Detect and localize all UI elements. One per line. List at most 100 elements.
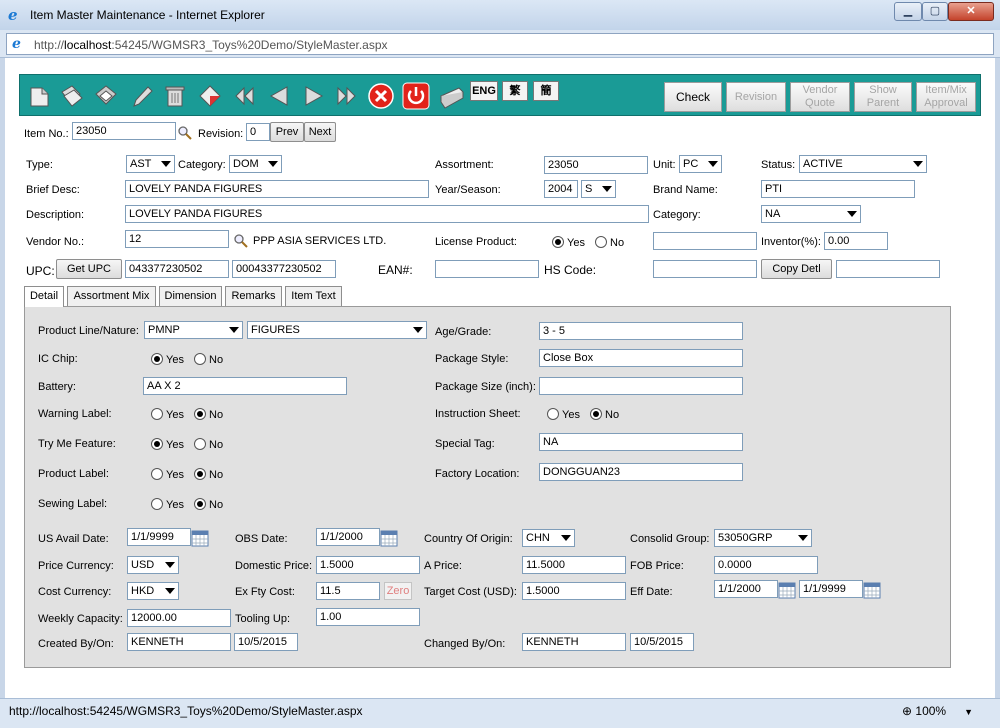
print-icon[interactable] (437, 82, 465, 110)
tab-dimension[interactable]: Dimension (159, 286, 222, 306)
obs-date-input[interactable]: 1/1/2000 (316, 528, 380, 546)
eff-to-input[interactable]: 1/1/9999 (799, 580, 863, 598)
vendor-no-input[interactable]: 12 (125, 230, 229, 248)
last-record-icon[interactable] (335, 84, 359, 108)
year-input[interactable]: 2004 (544, 180, 578, 198)
assortment-input[interactable]: 23050 (544, 156, 648, 174)
previous-record-icon[interactable] (267, 84, 291, 108)
try-me-yes-radio[interactable] (151, 438, 163, 450)
domestic-price-input[interactable]: 1.5000 (316, 556, 420, 574)
price-currency-select[interactable]: USD (127, 556, 179, 574)
nature-select[interactable]: FIGURES (247, 321, 427, 339)
upc1-input[interactable]: 043377230502 (125, 260, 229, 278)
maximize-button[interactable]: ▢ (922, 2, 948, 21)
prev-button[interactable]: Prev (270, 122, 304, 142)
vendor-quote-button[interactable]: Vendor Quote (790, 82, 850, 112)
created-on-input[interactable]: 10/5/2015 (234, 633, 298, 651)
product-line-select[interactable]: PMNP (144, 321, 243, 339)
inventor-input[interactable]: 0.00 (824, 232, 888, 250)
exit-icon[interactable] (402, 82, 430, 110)
tooling-up-input[interactable]: 1.00 (316, 608, 420, 626)
category2-select[interactable]: NA (761, 205, 861, 223)
warning-no-radio[interactable] (194, 408, 206, 420)
special-tag-input[interactable]: NA (539, 433, 743, 451)
copy-detl-button[interactable]: Copy Detl (761, 259, 832, 279)
copy-detl-input[interactable] (836, 260, 940, 278)
fob-price-input[interactable]: 0.0000 (714, 556, 818, 574)
age-grade-input[interactable]: 3 - 5 (539, 322, 743, 340)
revision-button[interactable]: Revision (726, 82, 786, 112)
zoom-control[interactable]: ⊕ 100% ▼ (902, 704, 973, 718)
cost-currency-select[interactable]: HKD (127, 582, 179, 600)
created-by-input[interactable]: KENNETH (127, 633, 231, 651)
target-cost-input[interactable]: 1.5000 (522, 582, 626, 600)
vendor-search-icon[interactable] (234, 234, 248, 248)
check-button[interactable]: Check (664, 82, 722, 112)
instruction-no-radio[interactable] (590, 408, 602, 420)
edit-icon[interactable] (130, 84, 154, 108)
ex-fty-cost-input[interactable]: 11.5 (316, 582, 380, 600)
item-no-input[interactable]: 23050 (72, 122, 176, 140)
eff-from-calendar-icon[interactable] (778, 581, 796, 599)
obs-calendar-icon[interactable] (380, 529, 398, 547)
copy-icon[interactable] (60, 84, 84, 108)
lang-english-button[interactable]: ENG (470, 81, 498, 101)
sewing-yes-radio[interactable] (151, 498, 163, 510)
country-origin-select[interactable]: CHN (522, 529, 575, 547)
tab-detail[interactable]: Detail (24, 286, 64, 307)
item-mix-approval-button[interactable]: Item/Mix Approval (916, 82, 976, 112)
product-label-yes-radio[interactable] (151, 468, 163, 480)
season-select[interactable]: S (581, 180, 616, 198)
a-price-input[interactable]: 11.5000 (522, 556, 626, 574)
status-select[interactable]: ACTIVE (799, 155, 927, 173)
paste-icon[interactable] (94, 84, 118, 108)
package-size-input[interactable] (539, 377, 743, 395)
upc2-input[interactable]: 00043377230502 (232, 260, 336, 278)
new-icon[interactable] (28, 84, 52, 108)
zero-button[interactable]: Zero (384, 582, 412, 600)
eff-from-input[interactable]: 1/1/2000 (714, 580, 778, 598)
battery-input[interactable]: AA X 2 (143, 377, 347, 395)
product-label-no-radio[interactable] (194, 468, 206, 480)
package-style-input[interactable]: Close Box (539, 349, 743, 367)
ic-chip-yes-radio[interactable] (151, 353, 163, 365)
revision-input[interactable]: 0 (246, 123, 270, 141)
us-avail-calendar-icon[interactable] (191, 529, 209, 547)
show-parent-button[interactable]: Show Parent (854, 82, 912, 112)
get-upc-button[interactable]: Get UPC (56, 259, 122, 279)
ean-input[interactable] (435, 260, 539, 278)
factory-location-input[interactable]: DONGGUAN23 (539, 463, 743, 481)
lang-simplified-button[interactable]: 簡 (533, 81, 559, 101)
sewing-no-radio[interactable] (194, 498, 206, 510)
first-record-icon[interactable] (232, 84, 256, 108)
clear-icon[interactable] (198, 84, 222, 108)
minimize-button[interactable]: ▁ (894, 2, 922, 21)
us-avail-date-input[interactable]: 1/1/9999 (127, 528, 191, 546)
item-search-icon[interactable] (178, 126, 192, 140)
delete-icon[interactable] (163, 84, 187, 108)
instruction-yes-radio[interactable] (547, 408, 559, 420)
close-window-button[interactable]: ✕ (948, 2, 994, 21)
tab-item-text[interactable]: Item Text (285, 286, 342, 306)
try-me-no-radio[interactable] (194, 438, 206, 450)
changed-by-input[interactable]: KENNETH (522, 633, 626, 651)
brand-name-input[interactable]: PTI (761, 180, 915, 198)
license-yes-radio[interactable] (552, 236, 564, 248)
next-record-icon[interactable] (302, 84, 326, 108)
tab-assortment-mix[interactable]: Assortment Mix (67, 286, 156, 306)
changed-on-input[interactable]: 10/5/2015 (630, 633, 694, 651)
type-select[interactable]: AST (126, 155, 175, 173)
description-input[interactable]: LOVELY PANDA FIGURES (125, 205, 649, 223)
unit-select[interactable]: PC (679, 155, 722, 173)
weekly-capacity-input[interactable]: 12000.00 (127, 609, 231, 627)
cancel-icon[interactable] (368, 83, 394, 109)
eff-to-calendar-icon[interactable] (863, 581, 881, 599)
category-select[interactable]: DOM (229, 155, 282, 173)
ic-chip-no-radio[interactable] (194, 353, 206, 365)
next-button[interactable]: Next (304, 122, 336, 142)
warning-yes-radio[interactable] (151, 408, 163, 420)
tab-remarks[interactable]: Remarks (225, 286, 282, 306)
license-no-radio[interactable] (595, 236, 607, 248)
brief-desc-input[interactable]: LOVELY PANDA FIGURES (125, 180, 429, 198)
license-text-input[interactable] (653, 232, 757, 250)
